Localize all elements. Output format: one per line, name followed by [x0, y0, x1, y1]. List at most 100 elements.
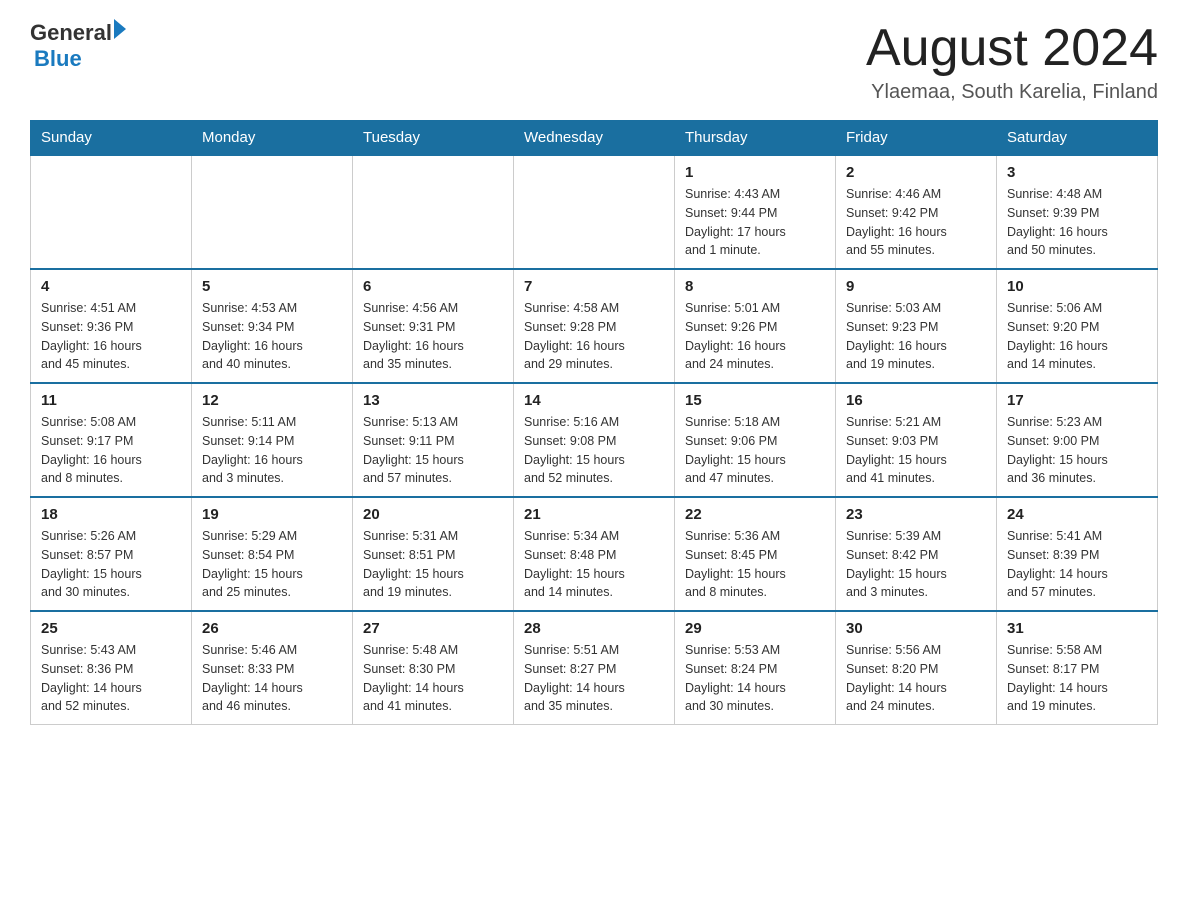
day-info: Sunrise: 5:21 AM Sunset: 9:03 PM Dayligh… [846, 413, 986, 488]
day-number: 1 [685, 164, 825, 181]
day-number: 29 [685, 620, 825, 637]
day-info: Sunrise: 5:34 AM Sunset: 8:48 PM Dayligh… [524, 527, 664, 602]
day-info: Sunrise: 5:29 AM Sunset: 8:54 PM Dayligh… [202, 527, 342, 602]
day-number: 26 [202, 620, 342, 637]
header-day: Thursday [675, 121, 836, 156]
calendar-cell: 24 Sunrise: 5:41 AM Sunset: 8:39 PM Dayli… [997, 497, 1158, 611]
day-number: 27 [363, 620, 503, 637]
calendar-cell: 20Sunrise: 5:31 AM Sunset: 8:51 PM Dayli… [353, 497, 514, 611]
day-info: Sunrise: 5:46 AM Sunset: 8:33 PM Dayligh… [202, 641, 342, 716]
header-day: Saturday [997, 121, 1158, 156]
day-info: Sunrise: 4:48 AM Sunset: 9:39 PM Dayligh… [1007, 185, 1147, 260]
calendar-cell: 8 Sunrise: 5:01 AM Sunset: 9:26 PM Daylig… [675, 269, 836, 383]
calendar-week-row: 4 Sunrise: 4:51 AM Sunset: 9:36 PM Daylig… [31, 269, 1158, 383]
day-info: Sunrise: 5:58 AM Sunset: 8:17 PM Dayligh… [1007, 641, 1147, 716]
day-info: Sunrise: 4:56 AM Sunset: 9:31 PM Dayligh… [363, 299, 503, 374]
day-number: 8 [685, 278, 825, 295]
calendar-week-row: 25Sunrise: 5:43 AM Sunset: 8:36 PM Dayli… [31, 611, 1158, 725]
day-info: Sunrise: 5:41 AM Sunset: 8:39 PM Dayligh… [1007, 527, 1147, 602]
calendar-cell: 9 Sunrise: 5:03 AM Sunset: 9:23 PM Daylig… [836, 269, 997, 383]
calendar-cell: 23Sunrise: 5:39 AM Sunset: 8:42 PM Dayli… [836, 497, 997, 611]
day-number: 21 [524, 506, 664, 523]
day-info: Sunrise: 4:51 AM Sunset: 9:36 PM Dayligh… [41, 299, 181, 374]
calendar-cell: 22Sunrise: 5:36 AM Sunset: 8:45 PM Dayli… [675, 497, 836, 611]
day-number: 14 [524, 392, 664, 409]
day-number: 22 [685, 506, 825, 523]
calendar-cell: 13Sunrise: 5:13 AM Sunset: 9:11 PM Dayli… [353, 383, 514, 497]
page-header: General Blue August 2024 Ylaemaa, South … [30, 20, 1158, 104]
calendar-cell: 18Sunrise: 5:26 AM Sunset: 8:57 PM Dayli… [31, 497, 192, 611]
day-info: Sunrise: 4:46 AM Sunset: 9:42 PM Dayligh… [846, 185, 986, 260]
calendar-cell: 26 Sunrise: 5:46 AM Sunset: 8:33 PM Dayli… [192, 611, 353, 725]
day-info: Sunrise: 5:06 AM Sunset: 9:20 PM Dayligh… [1007, 299, 1147, 374]
day-info: Sunrise: 5:51 AM Sunset: 8:27 PM Dayligh… [524, 641, 664, 716]
calendar-week-row: 1Sunrise: 4:43 AM Sunset: 9:44 PM Daylig… [31, 155, 1158, 269]
calendar-cell: 11Sunrise: 5:08 AM Sunset: 9:17 PM Dayli… [31, 383, 192, 497]
calendar-cell: 30Sunrise: 5:56 AM Sunset: 8:20 PM Dayli… [836, 611, 997, 725]
logo-general: General [30, 20, 112, 46]
calendar-cell: 2Sunrise: 4:46 AM Sunset: 9:42 PM Daylig… [836, 155, 997, 269]
day-number: 17 [1007, 392, 1147, 409]
calendar-cell [353, 155, 514, 269]
header-day: Monday [192, 121, 353, 156]
header-day: Friday [836, 121, 997, 156]
day-number: 7 [524, 278, 664, 295]
calendar-cell [514, 155, 675, 269]
day-info: Sunrise: 5:03 AM Sunset: 9:23 PM Dayligh… [846, 299, 986, 374]
header-day: Tuesday [353, 121, 514, 156]
day-info: Sunrise: 4:58 AM Sunset: 9:28 PM Dayligh… [524, 299, 664, 374]
calendar-subtitle: Ylaemaa, South Karelia, Finland [866, 81, 1158, 104]
calendar-cell: 12 Sunrise: 5:11 AM Sunset: 9:14 PM Dayli… [192, 383, 353, 497]
day-number: 10 [1007, 278, 1147, 295]
day-number: 6 [363, 278, 503, 295]
logo-arrow-icon [114, 19, 126, 39]
day-number: 5 [202, 278, 342, 295]
calendar-cell: 19 Sunrise: 5:29 AM Sunset: 8:54 PM Dayli… [192, 497, 353, 611]
day-number: 12 [202, 392, 342, 409]
header-row: SundayMondayTuesdayWednesdayThursdayFrid… [31, 121, 1158, 156]
day-info: Sunrise: 5:18 AM Sunset: 9:06 PM Dayligh… [685, 413, 825, 488]
calendar-cell: 28 Sunrise: 5:51 AM Sunset: 8:27 PM Dayli… [514, 611, 675, 725]
day-number: 24 [1007, 506, 1147, 523]
day-number: 9 [846, 278, 986, 295]
calendar-cell: 15Sunrise: 5:18 AM Sunset: 9:06 PM Dayli… [675, 383, 836, 497]
day-number: 25 [41, 620, 181, 637]
day-info: Sunrise: 5:23 AM Sunset: 9:00 PM Dayligh… [1007, 413, 1147, 488]
day-info: Sunrise: 5:31 AM Sunset: 8:51 PM Dayligh… [363, 527, 503, 602]
calendar-cell: 14 Sunrise: 5:16 AM Sunset: 9:08 PM Dayli… [514, 383, 675, 497]
day-number: 3 [1007, 164, 1147, 181]
day-info: Sunrise: 5:13 AM Sunset: 9:11 PM Dayligh… [363, 413, 503, 488]
calendar-cell: 27Sunrise: 5:48 AM Sunset: 8:30 PM Dayli… [353, 611, 514, 725]
day-number: 28 [524, 620, 664, 637]
calendar-cell: 4 Sunrise: 4:51 AM Sunset: 9:36 PM Daylig… [31, 269, 192, 383]
day-info: Sunrise: 5:16 AM Sunset: 9:08 PM Dayligh… [524, 413, 664, 488]
logo-blue: Blue [34, 46, 82, 72]
day-number: 18 [41, 506, 181, 523]
calendar-week-row: 18Sunrise: 5:26 AM Sunset: 8:57 PM Dayli… [31, 497, 1158, 611]
calendar-cell [192, 155, 353, 269]
calendar-title: August 2024 [866, 20, 1158, 77]
day-number: 23 [846, 506, 986, 523]
day-number: 16 [846, 392, 986, 409]
header-day: Sunday [31, 121, 192, 156]
calendar-cell: 31 Sunrise: 5:58 AM Sunset: 8:17 PM Dayli… [997, 611, 1158, 725]
calendar-cell: 25Sunrise: 5:43 AM Sunset: 8:36 PM Dayli… [31, 611, 192, 725]
calendar-cell: 17 Sunrise: 5:23 AM Sunset: 9:00 PM Dayli… [997, 383, 1158, 497]
header-day: Wednesday [514, 121, 675, 156]
day-number: 30 [846, 620, 986, 637]
calendar-cell: 1Sunrise: 4:43 AM Sunset: 9:44 PM Daylig… [675, 155, 836, 269]
calendar-cell: 29 Sunrise: 5:53 AM Sunset: 8:24 PM Dayli… [675, 611, 836, 725]
calendar-table: SundayMondayTuesdayWednesdayThursdayFrid… [30, 120, 1158, 725]
day-info: Sunrise: 5:01 AM Sunset: 9:26 PM Dayligh… [685, 299, 825, 374]
day-info: Sunrise: 5:53 AM Sunset: 8:24 PM Dayligh… [685, 641, 825, 716]
calendar-cell: 7 Sunrise: 4:58 AM Sunset: 9:28 PM Daylig… [514, 269, 675, 383]
day-info: Sunrise: 5:11 AM Sunset: 9:14 PM Dayligh… [202, 413, 342, 488]
day-number: 11 [41, 392, 181, 409]
day-number: 31 [1007, 620, 1147, 637]
day-info: Sunrise: 4:53 AM Sunset: 9:34 PM Dayligh… [202, 299, 342, 374]
calendar-cell: 21 Sunrise: 5:34 AM Sunset: 8:48 PM Dayli… [514, 497, 675, 611]
day-number: 4 [41, 278, 181, 295]
calendar-cell: 3 Sunrise: 4:48 AM Sunset: 9:39 PM Daylig… [997, 155, 1158, 269]
calendar-cell: 6 Sunrise: 4:56 AM Sunset: 9:31 PM Daylig… [353, 269, 514, 383]
day-number: 19 [202, 506, 342, 523]
